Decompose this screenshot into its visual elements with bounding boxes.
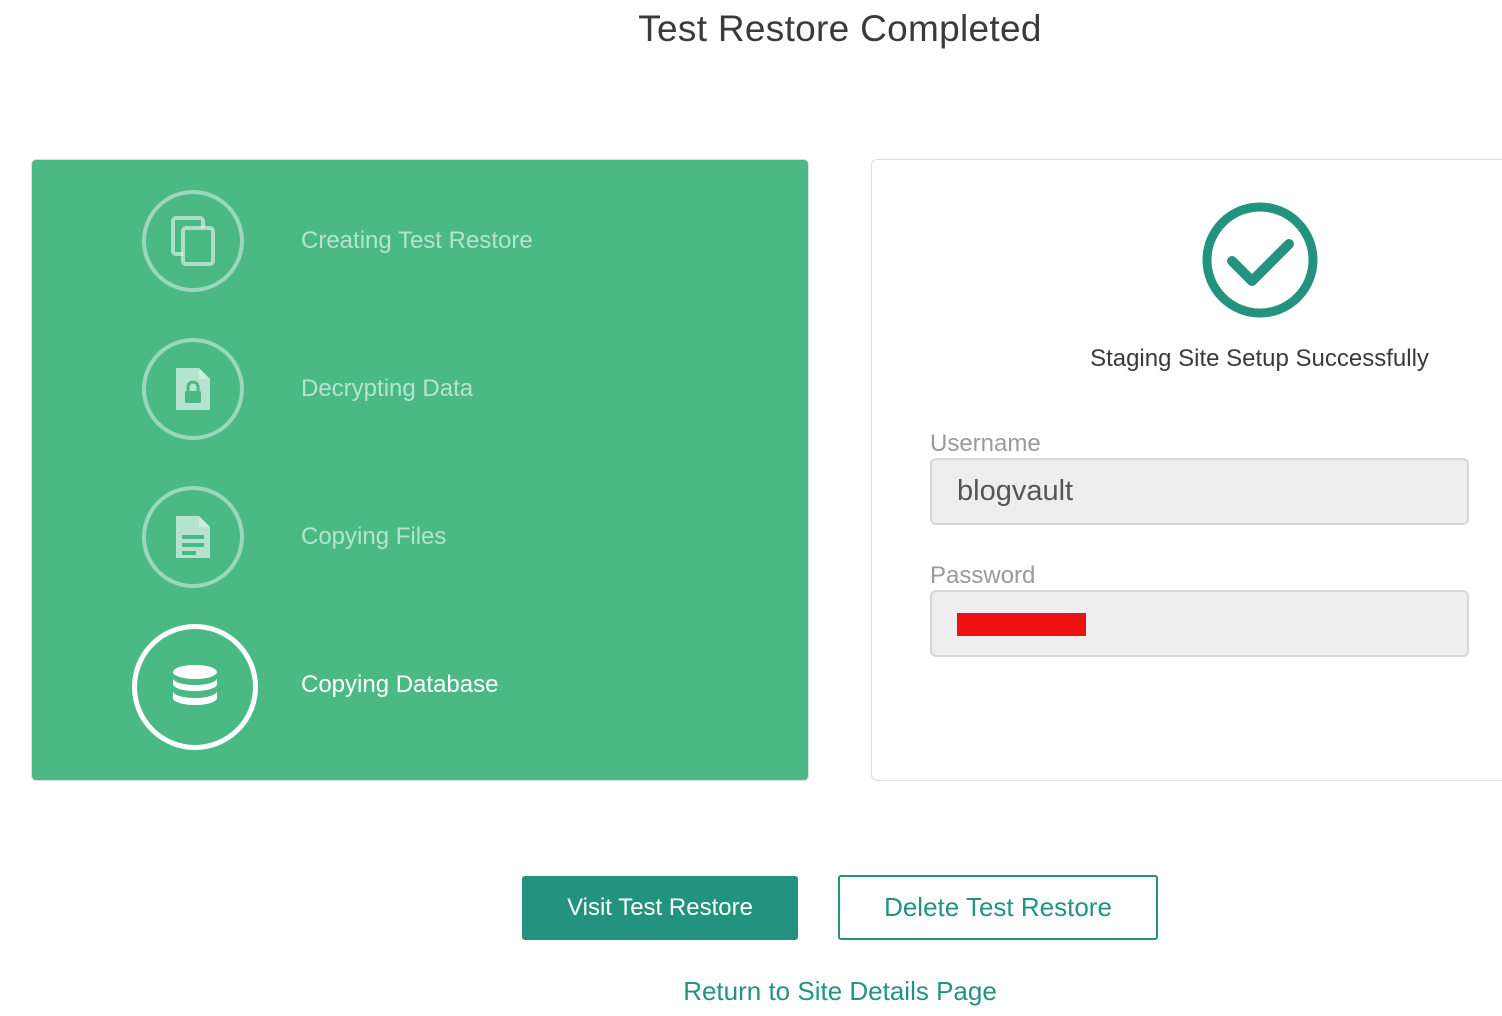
delete-test-restore-button[interactable]: Delete Test Restore: [838, 875, 1158, 940]
step-label: Decrypting Data: [301, 375, 474, 402]
check-circle-icon: [1201, 201, 1319, 324]
staging-result-panel: Staging Site Setup Successfully Username…: [871, 159, 1502, 781]
step-copying-database: Copying Database: [32, 604, 810, 750]
database-icon: [132, 624, 258, 750]
username-field[interactable]: [930, 458, 1469, 525]
return-to-site-details-link[interactable]: Return to Site Details Page: [0, 976, 1502, 1007]
password-redaction-mark: [957, 613, 1086, 636]
locked-file-icon: [142, 338, 244, 440]
visit-test-restore-button[interactable]: Visit Test Restore: [522, 876, 798, 940]
step-decrypting-data: Decrypting Data: [32, 308, 810, 440]
page-title: Test Restore Completed: [638, 8, 1042, 49]
copy-icon: [142, 190, 244, 292]
file-text-icon: [142, 486, 244, 588]
status-message: Staging Site Setup Successfully: [1090, 345, 1429, 372]
username-label: Username: [930, 430, 1041, 457]
restore-steps-panel: Creating Test Restore Decrypting Data Co…: [31, 159, 809, 781]
step-label: Creating Test Restore: [301, 227, 533, 254]
step-creating-test-restore: Creating Test Restore: [32, 160, 810, 292]
step-copying-files: Copying Files: [32, 456, 810, 588]
step-label: Copying Database: [301, 671, 499, 698]
step-label: Copying Files: [301, 523, 447, 550]
password-label: Password: [930, 562, 1036, 589]
